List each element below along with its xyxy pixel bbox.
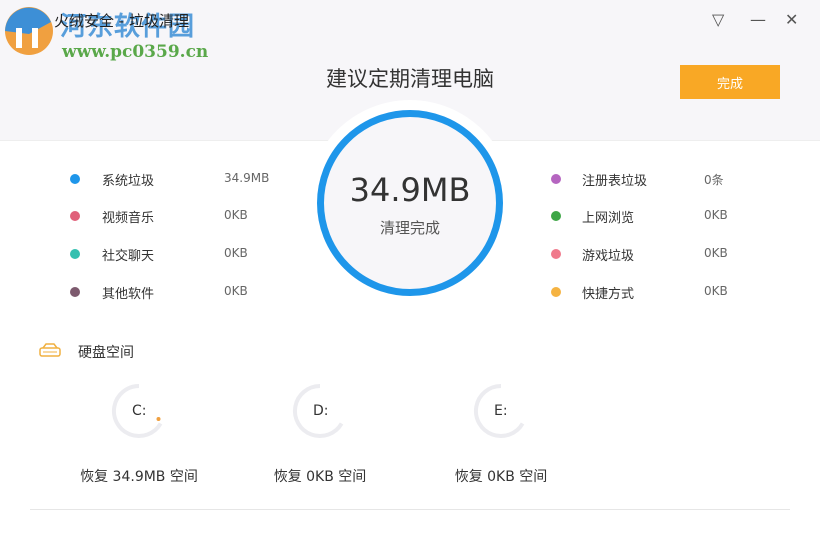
window-title: 火绒安全 - 垃圾清理 [54,12,189,30]
close-button[interactable]: ✕ [785,10,798,29]
minimize-button[interactable]: — [750,10,766,29]
summary-ring: 34.9MB 清理完成 [307,100,513,306]
disk-space-heading: 硬盘空间 [78,345,134,361]
category-value: 0条 [704,173,724,187]
drive-recovered: 恢复 34.9MB 空间 [80,469,198,485]
drive-label: D: [313,403,329,419]
category-label: 视频音乐 [102,211,155,226]
category-value: 0KB [224,246,248,260]
clean-status: 清理完成 [379,219,440,237]
category-dot-icon [551,174,561,184]
menu-button[interactable]: ▽ [712,10,724,29]
category-dot-icon [70,249,80,259]
category-dot-icon [551,287,561,297]
category-value: 0KB [224,284,248,298]
category-label: 系统垃圾 [102,174,155,189]
drive-label: E: [494,403,508,419]
category-dot-icon [70,211,80,221]
category-label: 游戏垃圾 [582,249,635,264]
category-dot-icon [551,211,561,221]
drive-recovered: 恢复 0KB 空间 [273,469,367,485]
cleaned-size: 34.9MB [349,171,471,209]
category-dot-icon [70,287,80,297]
category-label: 快捷方式 [582,287,635,302]
drive-recovered: 恢复 0KB 空间 [454,469,548,485]
watermark-url: www.pc0359.cn [62,42,209,62]
category-label: 社交聊天 [102,249,155,264]
category-label: 注册表垃圾 [582,174,648,189]
category-value: 0KB [704,284,728,298]
category-dot-icon [551,249,561,259]
category-label: 上网浏览 [582,211,635,226]
category-value: 0KB [704,246,728,260]
category-value: 0KB [704,208,728,222]
drive-label: C: [132,403,147,419]
category-value: 0KB [224,208,248,222]
hard-disk-icon [39,343,61,357]
category-label: 其他软件 [102,287,155,302]
category-value: 34.9MB [224,171,270,185]
app-logo-icon [5,7,53,55]
category-dot-icon [70,174,80,184]
divider [30,509,790,510]
done-button[interactable]: 完成 [680,65,780,99]
